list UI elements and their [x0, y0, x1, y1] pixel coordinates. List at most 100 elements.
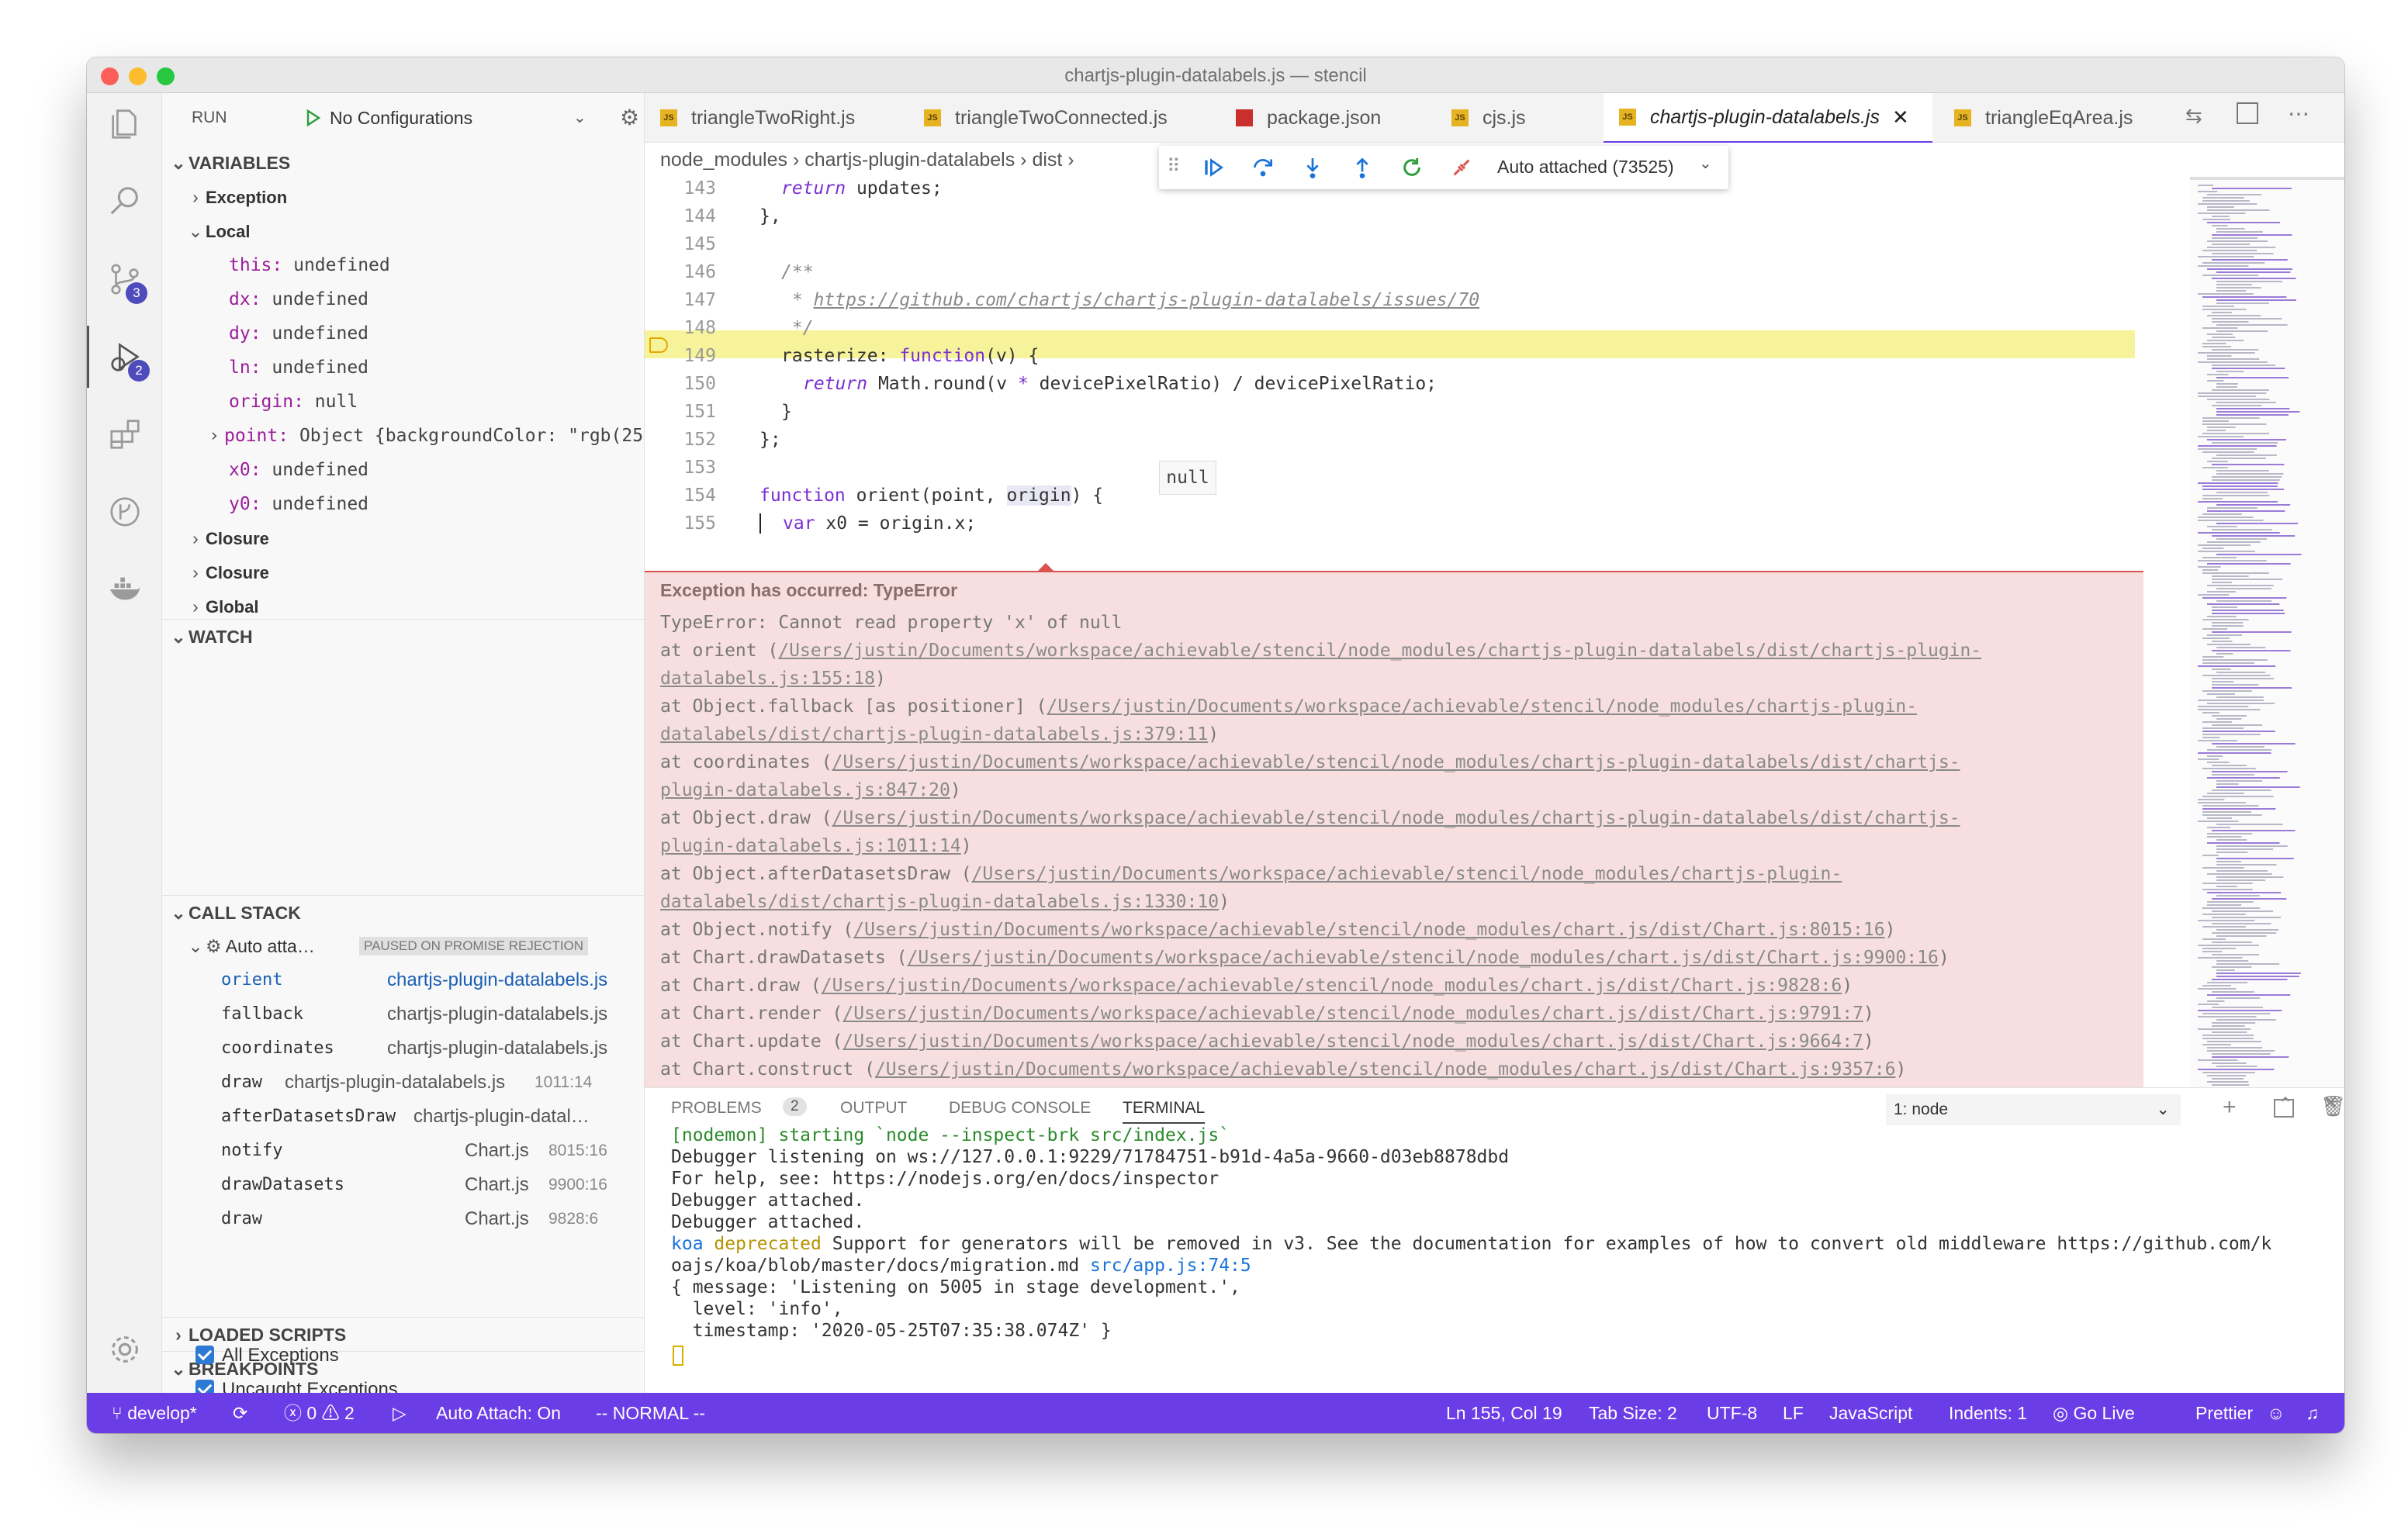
variable-row[interactable]: dy: undefined: [162, 316, 644, 351]
breakpoint-exception-icon[interactable]: [649, 337, 668, 353]
callstack-section-header[interactable]: ⌄ CALL STACK: [162, 895, 644, 929]
stack-trace-link[interactable]: /Users/justin/Documents/workspace/achiev…: [778, 641, 1981, 661]
terminal-select[interactable]: 1: node ⌄: [1886, 1094, 2181, 1125]
variables-section-header[interactable]: ⌄ VARIABLES: [162, 146, 644, 180]
minimap-viewport[interactable]: [2190, 177, 2344, 180]
scope-exception[interactable]: › Exception: [162, 180, 644, 214]
step-into-icon[interactable]: [1300, 155, 1325, 180]
stack-trace-link[interactable]: datalabels/dist/chartjs-plugin-datalabel…: [660, 892, 1219, 912]
tab-triangletworight[interactable]: JS triangleTwoRight.js: [645, 93, 855, 143]
continue-icon[interactable]: [1201, 155, 1226, 180]
callstack-frame[interactable]: afterDatasetsDraw chartjs-plugin-datal…: [162, 1100, 644, 1134]
variable-row[interactable]: y0: undefined: [162, 487, 644, 521]
variable-row-point[interactable]: › point: Object {backgroundColor: "rgb(25…: [162, 419, 644, 453]
scope-local[interactable]: ⌄ Local: [162, 214, 644, 248]
indents-status[interactable]: Indents: 1: [1949, 1393, 2027, 1433]
close-tab-icon[interactable]: ✕: [1892, 105, 1909, 130]
scope-closure[interactable]: › Closure: [162, 521, 644, 555]
stack-trace-link[interactable]: /Users/justin/Documents/workspace/achiev…: [832, 808, 1960, 828]
callstack-frame[interactable]: draw Chart.js 9828:6: [162, 1202, 644, 1236]
tab-output[interactable]: OUTPUT: [840, 1099, 907, 1118]
callstack-frame[interactable]: fallback chartjs-plugin-datalabels.js: [162, 997, 644, 1031]
close-panel-icon[interactable]: ✕: [2323, 1092, 2338, 1114]
chevron-down-icon[interactable]: ⌄: [573, 99, 586, 136]
callstack-frame[interactable]: drawDatasets Chart.js 9900:16: [162, 1168, 644, 1202]
stack-trace-link[interactable]: plugin-datalabels.js:847:20: [660, 780, 950, 800]
auto-attach-status[interactable]: Auto Attach: On: [436, 1393, 561, 1433]
prettier-status[interactable]: Prettier: [2195, 1393, 2253, 1433]
variable-row[interactable]: x0: undefined: [162, 453, 644, 487]
tab-cjs[interactable]: JS cjs.js: [1436, 93, 1526, 143]
callstack-frame[interactable]: coordinates chartjs-plugin-datalabels.js: [162, 1031, 644, 1066]
debug-play-icon[interactable]: ▷: [393, 1393, 407, 1433]
search-icon[interactable]: [87, 171, 162, 233]
eol-status[interactable]: LF: [1783, 1393, 1804, 1433]
callstack-session[interactable]: ⌄ ⚙ Auto atta… PAUSED ON PROMISE REJECTIO…: [162, 929, 644, 963]
breadcrumb-item[interactable]: chartjs-plugin-datalabels: [804, 149, 1015, 171]
chevron-down-icon[interactable]: ⌄: [1699, 154, 1712, 173]
disconnect-icon[interactable]: [1449, 155, 1474, 180]
tab-chartjs-plugin-datalabels[interactable]: JS chartjs-plugin-datalabels.js ✕: [1604, 93, 1932, 143]
tab-triangletwoconnected[interactable]: JS triangleTwoConnected.js: [908, 93, 1168, 143]
sync-icon[interactable]: ⟳: [233, 1393, 247, 1433]
tab-size-status[interactable]: Tab Size: 2: [1589, 1393, 1677, 1433]
stack-trace-link[interactable]: /Users/justin/Documents/workspace/achiev…: [1047, 696, 1918, 717]
debug-target-select[interactable]: Auto attached (73525): [1497, 157, 1674, 178]
stack-trace-link[interactable]: /Users/justin/Documents/workspace/achiev…: [875, 1059, 1895, 1080]
stack-trace-link[interactable]: /Users/justin/Documents/workspace/achiev…: [972, 864, 1842, 884]
maximize-panel-icon[interactable]: ⌃: [2278, 1093, 2293, 1116]
go-live-status[interactable]: ◎ Go Live: [2053, 1393, 2135, 1433]
variable-row[interactable]: ln: undefined: [162, 351, 644, 385]
problems-status[interactable]: ⓧ 0 ⚠ 2: [284, 1393, 355, 1433]
git-graph-icon[interactable]: [87, 481, 162, 543]
variable-row[interactable]: origin: null: [162, 385, 644, 419]
tab-debug-console[interactable]: DEBUG CONSOLE: [949, 1099, 1091, 1118]
minimap[interactable]: [2190, 177, 2344, 1146]
settings-gear-icon[interactable]: [87, 1318, 162, 1380]
extensions-icon[interactable]: [87, 403, 162, 465]
variable-row[interactable]: dx: undefined: [162, 282, 644, 316]
scope-closure[interactable]: › Closure: [162, 555, 644, 589]
bell-icon[interactable]: ♫: [2306, 1393, 2319, 1433]
settings-gear-icon[interactable]: ⚙: [620, 99, 639, 136]
branch-status[interactable]: ⑂ develop*: [112, 1393, 197, 1433]
tab-package-json[interactable]: package.json: [1220, 93, 1381, 143]
split-editor-icon[interactable]: [2237, 102, 2258, 124]
tab-terminal[interactable]: TERMINAL: [1123, 1099, 1206, 1124]
start-debugging-icon[interactable]: [305, 99, 322, 136]
docker-icon[interactable]: [87, 558, 162, 620]
more-actions-icon[interactable]: ⋯: [2288, 101, 2309, 126]
drag-handle-icon[interactable]: ⠿: [1167, 155, 1181, 178]
stack-trace-link[interactable]: plugin-datalabels.js:1011:14: [660, 836, 961, 856]
stack-trace-link[interactable]: /Users/justin/Documents/workspace/achiev…: [842, 1004, 1863, 1024]
step-over-icon[interactable]: [1251, 155, 1275, 180]
source-control-icon[interactable]: 3: [87, 248, 162, 310]
encoding-status[interactable]: UTF-8: [1707, 1393, 1757, 1433]
tab-problems[interactable]: PROBLEMS: [671, 1099, 762, 1118]
stack-trace-link[interactable]: datalabels.js:155:18: [660, 669, 875, 689]
callstack-frame[interactable]: draw chartjs-plugin-datalabels.js 1011:14: [162, 1066, 644, 1100]
stack-trace-link[interactable]: /Users/justin/Documents/workspace/achiev…: [908, 948, 1939, 968]
restart-icon[interactable]: [1399, 155, 1424, 180]
stack-trace-link[interactable]: /Users/justin/Documents/workspace/achiev…: [842, 1031, 1863, 1052]
open-changes-icon[interactable]: ⇆: [2185, 104, 2202, 128]
breadcrumb-item[interactable]: node_modules: [660, 149, 787, 171]
stack-trace-link[interactable]: /Users/justin/Documents/workspace/achiev…: [822, 976, 1842, 996]
tab-triangleeqarea[interactable]: JS triangleEqArea.js: [1939, 93, 2133, 143]
run-debug-icon[interactable]: 2: [87, 326, 162, 388]
variable-row[interactable]: this: undefined: [162, 248, 644, 282]
stack-trace-link[interactable]: datalabels/dist/chartjs-plugin-datalabel…: [660, 724, 1208, 745]
explorer-icon[interactable]: [87, 93, 162, 155]
checkbox-checked-icon[interactable]: [195, 1345, 214, 1364]
language-status[interactable]: JavaScript: [1829, 1393, 1912, 1433]
cursor-position-status[interactable]: Ln 155, Col 19: [1446, 1393, 1562, 1433]
step-out-icon[interactable]: [1350, 155, 1375, 180]
callstack-frame[interactable]: notify Chart.js 8015:16: [162, 1134, 644, 1168]
watch-section-header[interactable]: ⌄ WATCH: [162, 619, 644, 653]
configuration-select[interactable]: No Configurations: [330, 99, 472, 136]
callstack-frame[interactable]: orient chartjs-plugin-datalabels.js: [162, 963, 644, 997]
stack-trace-link[interactable]: /Users/justin/Documents/workspace/achiev…: [853, 920, 1884, 940]
breadcrumb-item[interactable]: dist: [1032, 149, 1062, 171]
breakpoint-all-exceptions[interactable]: All Exceptions: [195, 1345, 339, 1366]
feedback-icon[interactable]: ☺: [2267, 1393, 2285, 1433]
